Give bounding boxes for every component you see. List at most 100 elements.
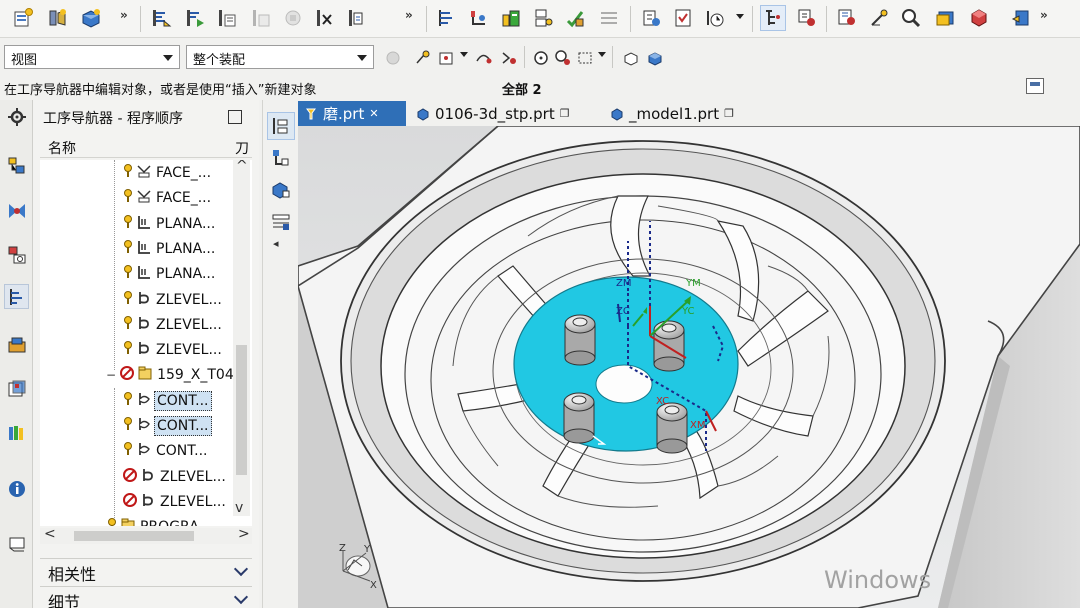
snap-point-icon[interactable] <box>412 47 434 69</box>
info-icon[interactable] <box>4 476 29 501</box>
details-section[interactable]: 细节 <box>40 586 252 608</box>
horizontal-scrollbar[interactable]: < > <box>40 526 252 544</box>
selection-toolbar: 视图 整个装配 <box>0 42 1080 72</box>
view-solid-icon[interactable] <box>620 47 642 69</box>
postprocess-icon[interactable] <box>312 5 338 31</box>
scroll-left-icon[interactable]: < <box>44 526 56 542</box>
collapse-toggle-icon[interactable]: − <box>106 368 116 382</box>
gear-icon[interactable] <box>4 104 29 129</box>
program-order-view-icon[interactable] <box>267 112 295 140</box>
hscroll-thumb[interactable] <box>74 531 194 541</box>
generate-toolpath-icon[interactable] <box>148 5 174 31</box>
toolbar-more-1-icon[interactable]: » <box>120 8 128 22</box>
feature-icon[interactable] <box>638 5 664 31</box>
system-scene-icon[interactable] <box>4 530 29 555</box>
select-component-icon[interactable] <box>552 47 574 69</box>
dependencies-section[interactable]: 相关性 <box>40 558 252 584</box>
part-model-canvas[interactable]: ZM YM XM ZC YC XC Z Y X <box>298 126 1080 608</box>
assembly-icon[interactable] <box>382 47 404 69</box>
verify-icon[interactable] <box>248 5 274 31</box>
zlevel-icon <box>136 290 154 310</box>
shop-doc-icon[interactable] <box>344 5 370 31</box>
program-view-icon[interactable] <box>434 5 460 31</box>
snap-select-icon[interactable] <box>436 47 458 69</box>
palette-icon[interactable] <box>4 420 29 445</box>
assembly-navigator-icon[interactable] <box>4 152 29 177</box>
curve-rule-icon[interactable] <box>472 47 494 69</box>
time-dropdown-icon[interactable] <box>736 14 744 19</box>
create-geometry-icon[interactable] <box>78 5 104 31</box>
select-box-dropdown-icon[interactable] <box>598 52 606 57</box>
tab-model1-prt[interactable]: _model1.prt ❐ <box>604 101 754 126</box>
scroll-right-icon[interactable]: > <box>238 526 250 542</box>
scroll-up-icon[interactable]: ^ <box>236 160 248 174</box>
tab-mo-prt[interactable]: 磨.prt ✕ <box>298 101 406 126</box>
column-header-tool[interactable]: 刀 <box>235 138 249 158</box>
tree-row[interactable]: CONT... <box>40 413 226 437</box>
window-restore-icon[interactable] <box>1026 78 1044 94</box>
tree-row[interactable]: ZLEVEL... <box>40 489 226 513</box>
tree-row[interactable]: CONT... <box>40 438 226 462</box>
vertical-scrollbar[interactable]: ^ v <box>233 160 250 516</box>
tab-0106-3d-stp-prt[interactable]: 0106-3d_stp.prt ❐ <box>410 101 580 126</box>
create-program-icon[interactable] <box>10 5 36 31</box>
column-header-name[interactable]: 名称 <box>48 138 76 158</box>
cube-icon[interactable] <box>966 5 992 31</box>
report-icon[interactable] <box>670 5 696 31</box>
scroll-thumb[interactable] <box>236 345 247 475</box>
create-tool-icon[interactable] <box>44 5 70 31</box>
operation-navigator-icon[interactable] <box>4 284 29 309</box>
tree-row[interactable]: FACE_... <box>40 185 226 209</box>
select-target-icon[interactable] <box>530 47 552 69</box>
tree-row[interactable]: PLANA... <box>40 236 226 260</box>
method-view-icon[interactable] <box>530 5 556 31</box>
reference-icon[interactable] <box>866 5 892 31</box>
tree-row[interactable]: − 159_X_T04 <box>40 362 234 386</box>
tree-view-icon[interactable] <box>760 5 786 31</box>
status-ok-icon <box>106 517 120 526</box>
reuse-library-icon[interactable] <box>4 376 29 401</box>
process-icon[interactable] <box>596 5 622 31</box>
list-toolpath-icon[interactable] <box>214 5 240 31</box>
measure-icon[interactable] <box>898 5 924 31</box>
tree-row[interactable]: CONT... <box>40 388 226 412</box>
tree-row[interactable]: ZLEVEL... <box>40 287 226 311</box>
machining-method-view-icon[interactable] <box>267 208 295 236</box>
geometry-view-icon[interactable] <box>498 5 524 31</box>
tree-item-label: PLANA... <box>156 240 216 257</box>
simulate-icon[interactable] <box>280 5 306 31</box>
analysis-icon[interactable] <box>834 5 860 31</box>
tree-row[interactable]: FACE_... <box>40 160 226 184</box>
time-icon[interactable] <box>702 5 728 31</box>
toolbar-more-2-icon[interactable]: » <box>405 8 413 22</box>
layer-icon[interactable] <box>932 5 958 31</box>
tree-row[interactable]: ZLEVEL... <box>40 312 226 336</box>
snap-dropdown-icon[interactable] <box>460 52 468 57</box>
machine-view-icon[interactable] <box>466 5 492 31</box>
collapse-strip-icon[interactable]: ◂ <box>273 237 279 250</box>
part-navigator-icon[interactable] <box>4 242 29 267</box>
tree-row[interactable]: ZLEVEL... <box>40 464 226 488</box>
face-rule-icon[interactable] <box>498 47 520 69</box>
toolbar-more-3-icon[interactable]: » <box>1040 8 1048 22</box>
filter-icon[interactable] <box>794 5 820 31</box>
tree-row[interactable]: PLANA... <box>40 211 226 235</box>
tree-row[interactable]: PROGRA... <box>40 514 226 526</box>
settings-icon[interactable] <box>1008 5 1034 31</box>
select-box-icon[interactable] <box>574 47 596 69</box>
close-icon[interactable]: ✕ <box>369 107 378 120</box>
assembly-filter-select[interactable]: 整个装配 <box>186 45 374 69</box>
type-filter-select[interactable]: 视图 <box>4 45 180 69</box>
replay-toolpath-icon[interactable] <box>182 5 208 31</box>
tree-row[interactable]: ZLEVEL... <box>40 337 226 361</box>
shop-floor-icon[interactable] <box>562 5 588 31</box>
tree-row[interactable]: PLANA... <box>40 261 226 285</box>
constraint-navigator-icon[interactable] <box>4 198 29 223</box>
view-shaded-icon[interactable] <box>644 47 666 69</box>
pin-icon[interactable] <box>228 110 242 124</box>
geometry-view-side-icon[interactable] <box>267 176 295 204</box>
machine-tool-view-icon[interactable] <box>267 144 295 172</box>
scroll-down-icon[interactable]: v <box>235 500 243 516</box>
machine-navigator-icon[interactable] <box>4 332 29 357</box>
graphics-window[interactable]: ZM YM XM ZC YC XC Z Y X Windows <box>298 126 1080 608</box>
